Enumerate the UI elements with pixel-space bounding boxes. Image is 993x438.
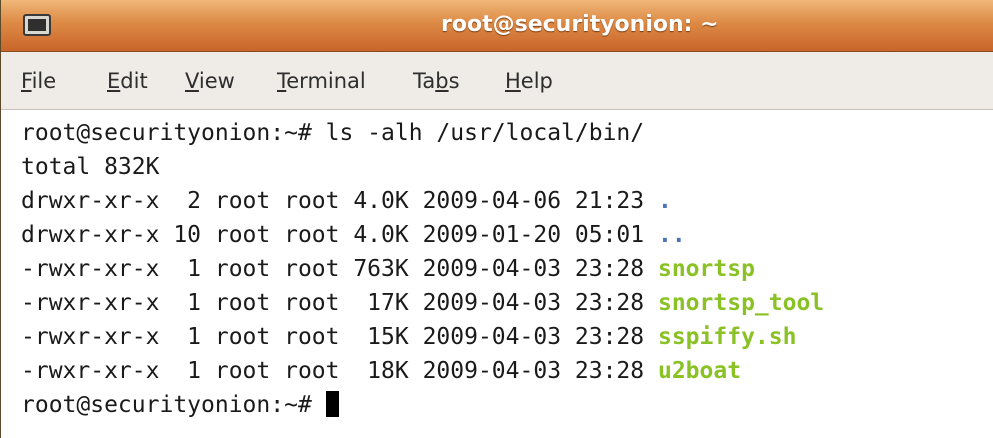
executable-name: snortsp — [657, 256, 755, 282]
terminal-icon[interactable] — [23, 14, 51, 36]
listing-info: -rwxr-xr-x 1 root root 763K 2009-04-03 2… — [21, 256, 658, 282]
menu-view-mnemonic: V — [185, 69, 199, 93]
text-cursor — [325, 391, 339, 417]
menu-edit-post: dit — [120, 69, 148, 93]
listing-info: -rwxr-xr-x 1 root root 17K 2009-04-03 23… — [21, 290, 658, 316]
menu-tabs-pre: Ta — [413, 69, 436, 93]
listing-row: drwxr-xr-x 2 root root 4.0K 2009-04-06 2… — [21, 184, 672, 218]
listing-info: drwxr-xr-x 10 root root 4.0K 2009-01-20 … — [21, 222, 658, 248]
menu-terminal-post: erminal — [286, 69, 366, 93]
menu-bar: File Edit View Terminal Tabs Help — [1, 52, 993, 110]
menu-edit[interactable]: Edit — [107, 69, 148, 93]
title-bar[interactable]: root@securityonion: ~ — [1, 0, 993, 52]
directory-name: .. — [657, 222, 686, 248]
prompt: root@securityonion:~# — [21, 392, 326, 418]
menu-view-post: iew — [198, 69, 235, 93]
menu-file-mnemonic: F — [21, 69, 32, 93]
menu-terminal[interactable]: Terminal — [277, 69, 366, 93]
menu-tabs[interactable]: Tabs — [413, 69, 460, 93]
total-line: total 832K — [21, 154, 160, 180]
menu-tabs-post: s — [448, 69, 460, 93]
terminal-icon-screen — [28, 19, 46, 31]
listing-row: -rwxr-xr-x 1 root root 18K 2009-04-03 23… — [21, 354, 741, 388]
listing-row: drwxr-xr-x 10 root root 4.0K 2009-01-20 … — [21, 218, 686, 252]
listing-info: -rwxr-xr-x 1 root root 15K 2009-04-03 23… — [21, 324, 658, 350]
menu-tabs-mnemonic: b — [435, 69, 449, 93]
listing-info: drwxr-xr-x 2 root root 4.0K 2009-04-06 2… — [21, 188, 658, 214]
executable-name: u2boat — [657, 358, 742, 384]
listing-row: -rwxr-xr-x 1 root root 17K 2009-04-03 23… — [21, 286, 824, 320]
terminal-output[interactable]: root@securityonion:~# ls -alh /usr/local… — [1, 110, 993, 438]
executable-name: snortsp_tool — [657, 290, 825, 316]
menu-terminal-mnemonic: T — [277, 69, 287, 93]
menu-file-post: ile — [31, 69, 57, 93]
listing-row: -rwxr-xr-x 1 root root 15K 2009-04-03 23… — [21, 320, 796, 354]
prompt-line[interactable]: root@securityonion:~# — [21, 388, 339, 422]
menu-help-post: elp — [520, 69, 553, 93]
directory-name: . — [657, 188, 672, 214]
window-title: root@securityonion: ~ — [441, 12, 719, 37]
menu-view[interactable]: View — [185, 69, 235, 93]
listing-info: -rwxr-xr-x 1 root root 18K 2009-04-03 23… — [21, 358, 658, 384]
listing-row: -rwxr-xr-x 1 root root 763K 2009-04-03 2… — [21, 252, 755, 286]
menu-help[interactable]: Help — [505, 69, 553, 93]
menu-file[interactable]: File — [21, 69, 56, 93]
menu-edit-mnemonic: E — [107, 69, 121, 93]
executable-name: sspiffy.sh — [657, 324, 797, 350]
command-line: root@securityonion:~# ls -alh /usr/local… — [21, 120, 645, 146]
menu-help-mnemonic: H — [505, 69, 521, 93]
terminal-window: root@securityonion: ~ File Edit View Ter… — [0, 0, 993, 438]
